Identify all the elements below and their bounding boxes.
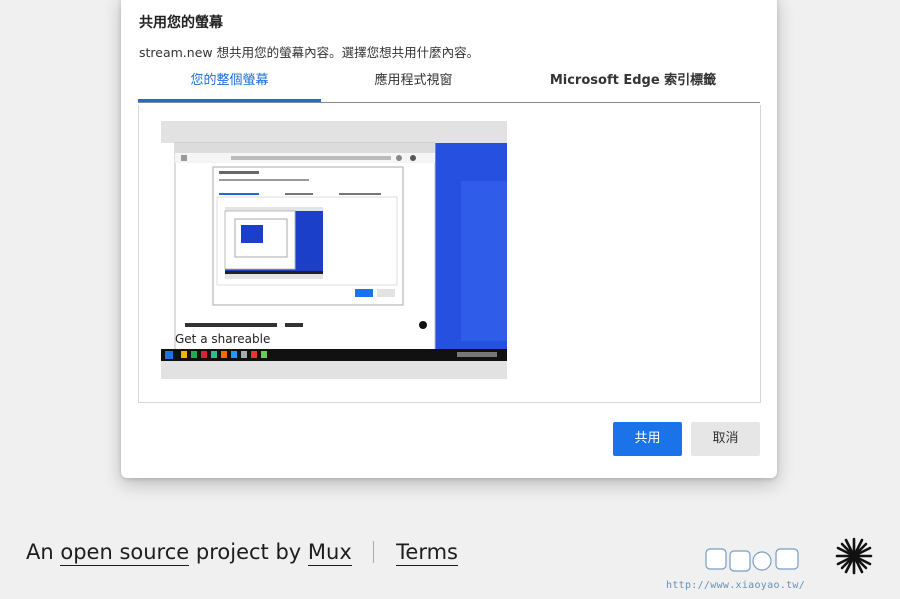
footer-divider bbox=[373, 541, 375, 563]
open-source-link[interactable]: open source bbox=[60, 540, 190, 566]
screen-thumbnail[interactable]: Get a shareable bbox=[161, 121, 507, 379]
share-button[interactable]: 共用 bbox=[613, 422, 682, 456]
footer-middle-text: project by bbox=[195, 540, 302, 564]
screen-picker-panel: Get a shareable bbox=[138, 105, 761, 403]
site-watermark: http://www.xiaoyao.tw/ bbox=[666, 547, 826, 591]
dialog-title: 共用您的螢幕 bbox=[139, 15, 223, 31]
watermark-logo-icon bbox=[705, 548, 799, 572]
svg-text:Get a shareable: Get a shareable bbox=[175, 332, 270, 346]
tab-application-window[interactable]: 應用程式視窗 bbox=[321, 72, 506, 102]
terms-link[interactable]: Terms bbox=[396, 540, 458, 566]
footer-prefix: An bbox=[26, 540, 54, 564]
dialog-description: stream.new 想共用您的螢幕內容。選擇您想共用什麼內容。 bbox=[139, 45, 480, 60]
mux-logo-icon[interactable] bbox=[834, 536, 874, 576]
page-footer: An open source project by Mux Terms bbox=[26, 540, 458, 566]
screen-preview-image: Get a shareable bbox=[161, 121, 507, 379]
share-source-tabs: 您的整個螢幕 應用程式視窗 Microsoft Edge 索引標籤 bbox=[138, 72, 760, 103]
share-screen-dialog: 共用您的螢幕 stream.new 想共用您的螢幕內容。選擇您想共用什麼內容。 … bbox=[121, 0, 777, 478]
mux-link[interactable]: Mux bbox=[307, 540, 352, 566]
watermark-url: http://www.xiaoyao.tw/ bbox=[666, 580, 806, 591]
cancel-button[interactable]: 取消 bbox=[691, 422, 760, 456]
tab-entire-screen[interactable]: 您的整個螢幕 bbox=[138, 72, 321, 102]
tab-edge-tab[interactable]: Microsoft Edge 索引標籤 bbox=[506, 72, 760, 102]
